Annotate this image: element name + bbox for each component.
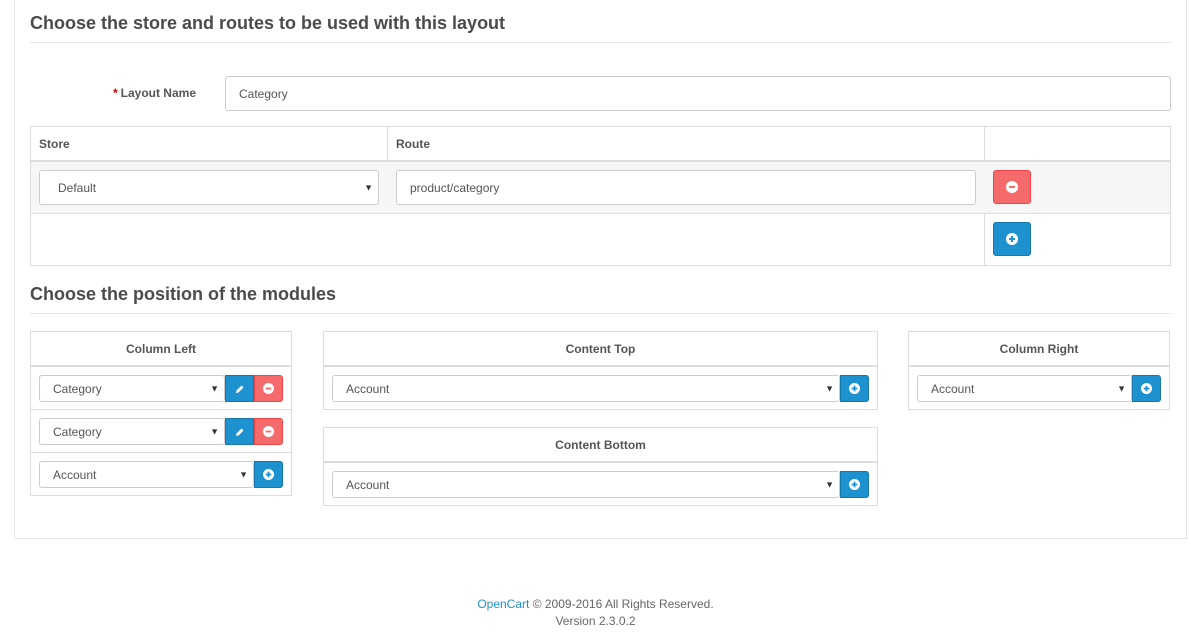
- column-left-box: Column Left Category ▼ Category ▼ Accoun…: [30, 331, 292, 496]
- add-module-button[interactable]: [840, 471, 869, 498]
- content-top-title: Content Top: [324, 332, 877, 367]
- module-select[interactable]: Category ▼: [39, 418, 225, 445]
- section-title-store-routes: Choose the store and routes to be used w…: [30, 13, 1171, 43]
- plus-circle-icon: [263, 469, 274, 480]
- add-module-button[interactable]: [1132, 375, 1161, 402]
- add-module-select-value: Account: [931, 381, 975, 396]
- minus-circle-icon: [1006, 181, 1018, 193]
- edit-module-button[interactable]: [225, 418, 254, 445]
- content-top-box: Content Top Account ▼: [323, 331, 878, 410]
- header-store: Store: [39, 137, 70, 151]
- list-item: Account ▼: [31, 453, 291, 496]
- caret-down-icon: ▼: [1117, 383, 1126, 393]
- required-mark: *: [112, 86, 118, 100]
- add-module-select-value: Account: [346, 477, 390, 492]
- route-value: product/category: [410, 180, 500, 195]
- module-select[interactable]: Category ▼: [39, 375, 225, 402]
- add-module-button[interactable]: [254, 461, 283, 488]
- header-route: Route: [396, 137, 430, 151]
- caret-down-icon: ▼: [364, 182, 373, 192]
- column-right-box: Column Right Account ▼: [908, 331, 1170, 410]
- content-bottom-box: Content Bottom Account ▼: [323, 427, 878, 506]
- list-item: Category ▼: [31, 410, 291, 453]
- layout-name-input[interactable]: Category: [225, 76, 1171, 111]
- column-left-title: Column Left: [31, 332, 291, 367]
- add-module-select-value: Account: [346, 381, 390, 396]
- caret-down-icon: ▼: [825, 479, 834, 489]
- column-right-title: Column Right: [909, 332, 1169, 367]
- opencart-link[interactable]: OpenCart: [477, 597, 529, 611]
- list-item: Category ▼: [31, 367, 291, 410]
- add-module-select[interactable]: Account ▼: [332, 471, 840, 498]
- plus-circle-icon: [1141, 383, 1152, 394]
- minus-circle-icon: [263, 426, 274, 437]
- remove-route-button[interactable]: [993, 170, 1031, 204]
- list-item: Account ▼: [324, 367, 877, 410]
- plus-circle-icon: [1006, 233, 1018, 245]
- add-route-button[interactable]: [993, 222, 1031, 256]
- store-select[interactable]: Default ▼: [39, 170, 379, 205]
- add-module-select[interactable]: Account ▼: [332, 375, 840, 402]
- pencil-icon: [235, 385, 243, 393]
- route-table-header: Store Route: [31, 127, 1170, 162]
- add-module-select-value: Account: [53, 467, 97, 482]
- route-input[interactable]: product/category: [396, 170, 976, 205]
- remove-module-button[interactable]: [254, 375, 283, 402]
- caret-down-icon: ▼: [239, 469, 248, 479]
- layout-name-label: * Layout Name: [60, 86, 196, 100]
- list-item: Account ▼: [909, 367, 1169, 410]
- route-table: Store Route Default ▼ product/category: [30, 126, 1171, 266]
- pencil-icon: [235, 428, 243, 436]
- footer-version: Version 2.3.0.2: [555, 614, 636, 628]
- content-bottom-title: Content Bottom: [324, 428, 877, 463]
- add-module-select[interactable]: Account ▼: [39, 461, 254, 488]
- minus-circle-icon: [263, 383, 274, 394]
- remove-module-button[interactable]: [254, 418, 283, 445]
- caret-down-icon: ▼: [210, 426, 219, 436]
- copyright-text: © 2009-2016 All Rights Reserved.: [532, 597, 714, 611]
- store-select-value: Default: [58, 180, 97, 195]
- table-row: Default ▼ product/category: [31, 162, 1170, 214]
- layout-name-value: Category: [239, 86, 288, 101]
- module-select-value: Category: [53, 424, 102, 439]
- footer-copyright: OpenCart © 2009-2016 All Rights Reserved…: [0, 597, 1191, 611]
- add-module-button[interactable]: [840, 375, 869, 402]
- module-select-value: Category: [53, 381, 102, 396]
- caret-down-icon: ▼: [210, 383, 219, 393]
- list-item: Account ▼: [324, 463, 877, 506]
- plus-circle-icon: [849, 479, 860, 490]
- edit-module-button[interactable]: [225, 375, 254, 402]
- layout-name-label-text: Layout Name: [120, 86, 196, 100]
- plus-circle-icon: [849, 383, 860, 394]
- add-module-select[interactable]: Account ▼: [917, 375, 1132, 402]
- caret-down-icon: ▼: [825, 383, 834, 393]
- section-title-modules: Choose the position of the modules: [30, 284, 1171, 314]
